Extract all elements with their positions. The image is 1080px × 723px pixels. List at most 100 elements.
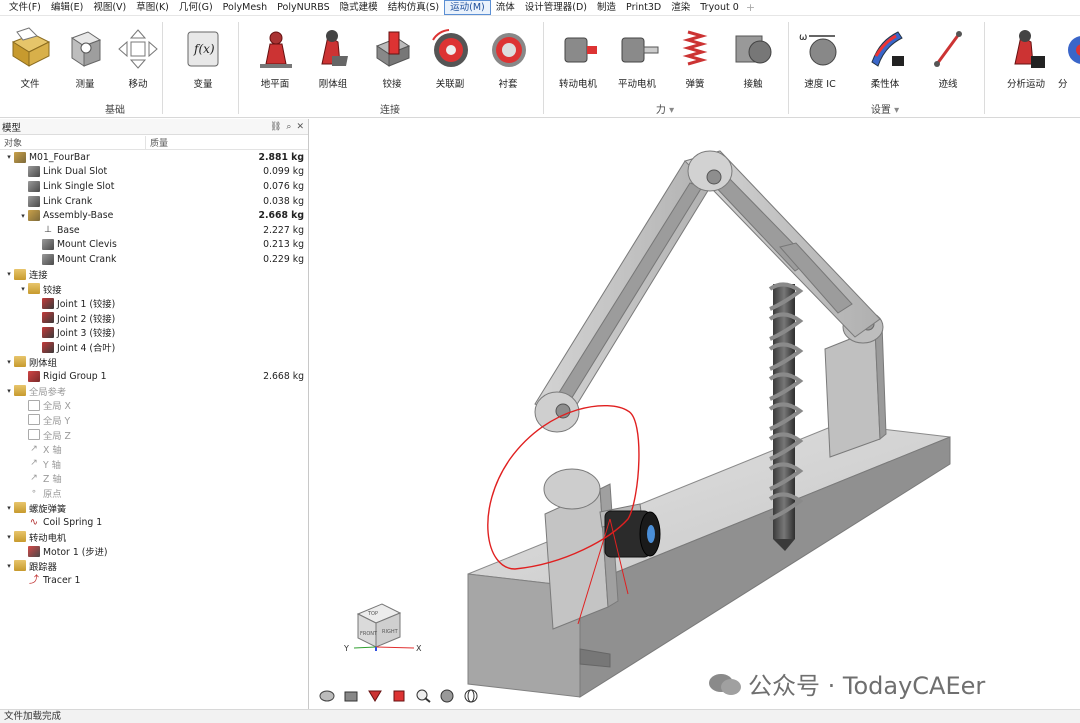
view-mode-button[interactable] xyxy=(342,688,360,704)
flex-body-button[interactable]: 柔性体 xyxy=(855,26,915,90)
bushing-button[interactable]: 衬套 xyxy=(478,26,538,90)
hinge-button[interactable]: 铰接 xyxy=(362,26,422,90)
menu-item[interactable]: 几何(G) xyxy=(174,0,218,16)
tree-row[interactable]: Rigid Group 1 2.668 kg xyxy=(0,369,308,384)
zoom-button[interactable] xyxy=(414,688,432,704)
group-force-label[interactable]: 力 ▾ xyxy=(640,101,690,116)
menu-item[interactable]: Print3D xyxy=(621,0,666,16)
tree-row[interactable]: Joint 3 (铰接) xyxy=(0,325,308,340)
linear-motor-button[interactable]: 平动电机 xyxy=(607,26,667,90)
menu-item[interactable]: 文件(F) xyxy=(4,0,46,16)
chevron-down-icon[interactable]: ▾ xyxy=(4,504,14,512)
close-icon[interactable]: ✕ xyxy=(296,122,304,132)
ref-icon xyxy=(28,399,40,411)
menu-item[interactable]: 隐式建模 xyxy=(335,0,383,16)
tree-row[interactable]: ∘ 原点 xyxy=(0,486,308,501)
tree-row-label: 原点 xyxy=(43,488,62,500)
ground-icon xyxy=(260,31,292,68)
tree-row[interactable]: Joint 1 (铰接) xyxy=(0,296,308,311)
tree-row[interactable]: ↗ Y 轴 xyxy=(0,456,308,471)
tree-row[interactable]: ▾ 跟踪器 xyxy=(0,559,308,574)
menu-item[interactable]: PolyMesh xyxy=(218,0,272,16)
tree-row[interactable]: Motor 1 (步进) xyxy=(0,544,308,559)
menu-item[interactable]: 流体 xyxy=(491,0,520,16)
menu-item[interactable]: 编辑(E) xyxy=(46,0,88,16)
chevron-down-icon[interactable]: ▾ xyxy=(18,285,28,293)
render-button[interactable] xyxy=(438,688,456,704)
chevron-down-icon[interactable]: ▾ xyxy=(4,358,14,366)
menu-item[interactable]: 草图(K) xyxy=(131,0,174,16)
tree-row[interactable]: ↗ X 轴 xyxy=(0,442,308,457)
tree-row[interactable]: Link Crank 0.038 kg xyxy=(0,194,308,209)
tree-row[interactable]: ∿ Coil Spring 1 xyxy=(0,515,308,530)
tree-row[interactable]: Joint 2 (铰接) xyxy=(0,311,308,326)
chevron-down-icon[interactable]: ▾ xyxy=(4,533,14,541)
tree-row[interactable]: ▾ 螺旋弹簧 xyxy=(0,500,308,515)
globe-button[interactable] xyxy=(462,688,480,704)
tree-row[interactable]: ↗ Z 轴 xyxy=(0,471,308,486)
chevron-down-icon[interactable]: ▾ xyxy=(4,387,14,395)
tree-row-label: Coil Spring 1 xyxy=(43,516,103,528)
tree-row[interactable]: ⊥ Base 2.227 kg xyxy=(0,223,308,238)
tracer-button[interactable]: 迹线 xyxy=(918,26,978,90)
file-button[interactable]: 文件 xyxy=(0,26,60,90)
section-view-button[interactable] xyxy=(366,688,384,704)
analyze-motion-button[interactable]: 分析运动 xyxy=(996,26,1056,90)
3d-viewport[interactable]: TOP FRONT RIGHT X Y xyxy=(310,119,1080,709)
menu-item[interactable]: 运动(M) xyxy=(444,0,491,15)
orbit-button[interactable] xyxy=(318,688,336,704)
menu-item[interactable]: 制造 xyxy=(592,0,621,16)
tree-row[interactable]: Joint 4 (合叶) xyxy=(0,340,308,355)
measure-button[interactable]: 测量 xyxy=(55,26,115,90)
menu-item[interactable]: 渲染 xyxy=(666,0,695,16)
tree-row[interactable]: 全局 Z xyxy=(0,427,308,442)
tree-row[interactable]: ▾ 全局参考 xyxy=(0,384,308,399)
tree-row[interactable]: ▾ 铰接 xyxy=(0,281,308,296)
tree-row[interactable]: ▾ 转动电机 xyxy=(0,529,308,544)
group-setup-label[interactable]: 设置 ▾ xyxy=(855,101,915,116)
chevron-down-icon[interactable]: ▾ xyxy=(18,212,28,220)
column-header: 对象 质量 xyxy=(0,135,308,150)
menu-item[interactable]: PolyNURBS xyxy=(272,0,335,16)
menu-item[interactable]: 视图(V) xyxy=(88,0,131,16)
menu-item[interactable]: 结构仿真(S) xyxy=(383,0,444,16)
velocity-ic-button[interactable]: ω 速度 IC xyxy=(790,26,850,90)
tree-row-mass: 2.668 kg xyxy=(263,370,304,382)
rotary-motor-button[interactable]: 转动电机 xyxy=(548,26,608,90)
part-icon xyxy=(28,195,40,207)
chevron-down-icon[interactable]: ▾ xyxy=(4,562,14,570)
chevron-down-icon[interactable]: ▾ xyxy=(4,153,14,161)
column-object[interactable]: 对象 xyxy=(0,135,146,149)
tree-row[interactable]: ▾ 刚体组 xyxy=(0,354,308,369)
ribbon-separator xyxy=(238,22,239,114)
view-cube[interactable]: TOP FRONT RIGHT X Y xyxy=(330,599,440,664)
tree-row[interactable]: Link Dual Slot 0.099 kg xyxy=(0,165,308,180)
tree-row[interactable]: ⤴ Tracer 1 xyxy=(0,573,308,588)
variable-button[interactable]: f(x) 变量 xyxy=(173,26,233,90)
link-icon[interactable]: ⛓ xyxy=(270,122,281,132)
tree-row[interactable]: 全局 X xyxy=(0,398,308,413)
tree-row[interactable]: ▾ Assembly-Base 2.668 kg xyxy=(0,208,308,223)
display-button[interactable] xyxy=(390,688,408,704)
tree-row[interactable]: Link Single Slot 0.076 kg xyxy=(0,179,308,194)
contact-button[interactable]: 接触 xyxy=(723,26,783,90)
search-icon[interactable]: ⌕ xyxy=(286,122,291,132)
move-button[interactable]: 移动 xyxy=(108,26,168,90)
spring-button[interactable]: 弹簧 xyxy=(665,26,725,90)
chevron-down-icon[interactable]: ▾ xyxy=(4,270,14,278)
tree-row[interactable]: ▾ M01_FourBar 2.881 kg xyxy=(0,150,308,165)
analyze-more-button[interactable]: 分 xyxy=(1058,26,1080,90)
tree-row[interactable]: Mount Crank 0.229 kg xyxy=(0,252,308,267)
coupler-button[interactable]: 关联副 xyxy=(420,26,480,90)
add-tab-icon[interactable]: + xyxy=(744,1,755,14)
menu-item[interactable]: 设计管理器(D) xyxy=(520,0,592,16)
menu-item[interactable]: Tryout 0 xyxy=(695,0,744,16)
file-icon xyxy=(11,27,51,67)
ground-button[interactable]: 地平面 xyxy=(245,26,305,90)
tree-row[interactable]: 全局 Y xyxy=(0,413,308,428)
column-mass[interactable]: 质量 xyxy=(146,136,168,149)
tree-row[interactable]: Mount Clevis 0.213 kg xyxy=(0,238,308,253)
origin-icon: ∘ xyxy=(31,487,37,498)
tree-row[interactable]: ▾ 连接 xyxy=(0,267,308,282)
rigid-group-button[interactable]: 刚体组 xyxy=(303,26,363,90)
